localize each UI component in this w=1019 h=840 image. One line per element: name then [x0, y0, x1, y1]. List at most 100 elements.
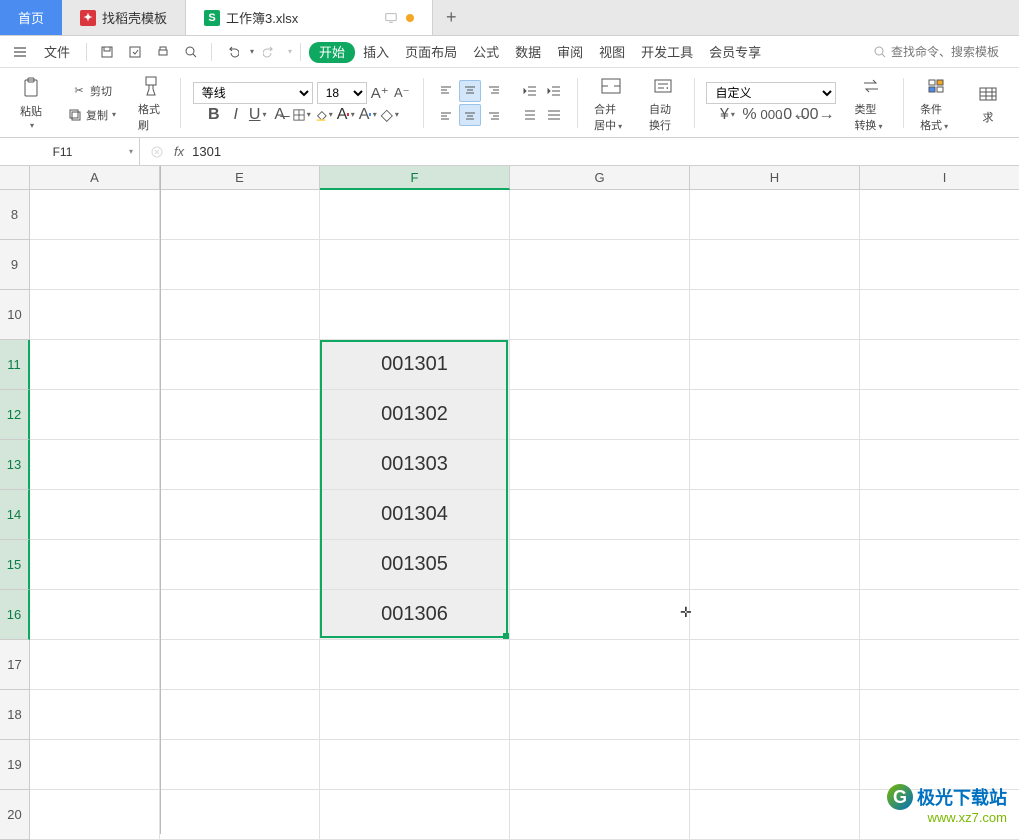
cell-E13[interactable]: [160, 440, 320, 490]
currency-button[interactable]: ¥▾: [718, 106, 736, 124]
cell-A10[interactable]: [30, 290, 160, 340]
cell-I8[interactable]: [860, 190, 1019, 240]
formula-input[interactable]: [192, 144, 1011, 159]
cell-A15[interactable]: [30, 540, 160, 590]
cell-E19[interactable]: [160, 740, 320, 790]
cell-F15[interactable]: 001305: [320, 540, 510, 590]
cell-G10[interactable]: [510, 290, 690, 340]
orientation-button[interactable]: [519, 104, 541, 126]
align-top-right[interactable]: [483, 80, 505, 102]
cell-H11[interactable]: [690, 340, 860, 390]
cell-H18[interactable]: [690, 690, 860, 740]
cancel-icon[interactable]: [148, 143, 166, 161]
menu-tab-1[interactable]: 插入: [355, 41, 397, 64]
cell-H17[interactable]: [690, 640, 860, 690]
cell-E12[interactable]: [160, 390, 320, 440]
row-header-19[interactable]: 19: [0, 740, 30, 790]
decrease-font-icon[interactable]: A⁻: [393, 84, 411, 102]
cell-E8[interactable]: [160, 190, 320, 240]
cell-F18[interactable]: [320, 690, 510, 740]
col-header-H[interactable]: H: [690, 166, 860, 190]
fill-color-button[interactable]: ▾: [315, 106, 333, 124]
cell-G18[interactable]: [510, 690, 690, 740]
align-bottom-center[interactable]: [459, 104, 481, 126]
font-color-button[interactable]: A▾: [337, 106, 355, 124]
underline-button[interactable]: U▾: [249, 106, 267, 124]
cell-G12[interactable]: [510, 390, 690, 440]
row-header-16[interactable]: 16: [0, 590, 30, 640]
cell-F9[interactable]: [320, 240, 510, 290]
cond-format-button[interactable]: 条件格式▾: [916, 71, 957, 135]
name-box-dropdown-icon[interactable]: ▾: [129, 147, 133, 156]
cell-I19[interactable]: [860, 740, 1019, 790]
row-header-20[interactable]: 20: [0, 790, 30, 840]
undo-icon[interactable]: [220, 40, 244, 64]
cell-G19[interactable]: [510, 740, 690, 790]
row-header-9[interactable]: 9: [0, 240, 30, 290]
align-bottom-right[interactable]: [483, 104, 505, 126]
increase-font-icon[interactable]: A⁺: [371, 84, 389, 102]
cell-H20[interactable]: [690, 790, 860, 840]
cell-G15[interactable]: [510, 540, 690, 590]
cell-E10[interactable]: [160, 290, 320, 340]
tab-home[interactable]: 首页: [0, 0, 62, 35]
cell-G16[interactable]: [510, 590, 690, 640]
row-header-11[interactable]: 11: [0, 340, 30, 390]
undo-dropdown[interactable]: ▾: [250, 47, 254, 56]
cell-H14[interactable]: [690, 490, 860, 540]
cell-A13[interactable]: [30, 440, 160, 490]
fx-icon[interactable]: fx: [174, 144, 184, 159]
cell-G14[interactable]: [510, 490, 690, 540]
cell-A11[interactable]: [30, 340, 160, 390]
cell-I9[interactable]: [860, 240, 1019, 290]
cell-A20[interactable]: [30, 790, 160, 840]
cell-H15[interactable]: [690, 540, 860, 590]
menu-tab-8[interactable]: 会员专享: [701, 41, 769, 64]
cell-F8[interactable]: [320, 190, 510, 240]
cell-F16[interactable]: 001306: [320, 590, 510, 640]
wrap-button[interactable]: 自动换行: [645, 71, 682, 135]
cell-I12[interactable]: [860, 390, 1019, 440]
print-icon[interactable]: [151, 40, 175, 64]
row-header-8[interactable]: 8: [0, 190, 30, 240]
menu-tab-4[interactable]: 数据: [507, 41, 549, 64]
cell-I15[interactable]: [860, 540, 1019, 590]
paste-button[interactable]: 粘贴▾: [14, 73, 48, 132]
justify-button[interactable]: [543, 104, 565, 126]
copy-button[interactable]: 复制▾: [62, 104, 120, 126]
save-as-icon[interactable]: [123, 40, 147, 64]
cell-G20[interactable]: [510, 790, 690, 840]
percent-button[interactable]: %: [740, 106, 758, 124]
cell-E9[interactable]: [160, 240, 320, 290]
type-convert-button[interactable]: 类型转换▾: [850, 71, 891, 135]
cell-H12[interactable]: [690, 390, 860, 440]
cell-A16[interactable]: [30, 590, 160, 640]
cell-H16[interactable]: [690, 590, 860, 640]
redo-icon[interactable]: [258, 40, 282, 64]
cell-F12[interactable]: 001302: [320, 390, 510, 440]
col-header-G[interactable]: G: [510, 166, 690, 190]
menu-tab-6[interactable]: 视图: [591, 41, 633, 64]
cell-A14[interactable]: [30, 490, 160, 540]
cell-I16[interactable]: [860, 590, 1019, 640]
menu-search[interactable]: [873, 45, 1011, 59]
cell-A12[interactable]: [30, 390, 160, 440]
align-top-center[interactable]: [459, 80, 481, 102]
cell-A9[interactable]: [30, 240, 160, 290]
select-all-corner[interactable]: [0, 166, 30, 190]
search-input[interactable]: [891, 45, 1011, 59]
name-box[interactable]: F11 ▾: [0, 138, 140, 165]
cell-E16[interactable]: [160, 590, 320, 640]
cell-F10[interactable]: [320, 290, 510, 340]
row-header-17[interactable]: 17: [0, 640, 30, 690]
cell-E20[interactable]: [160, 790, 320, 840]
cell-G11[interactable]: [510, 340, 690, 390]
increase-decimal-button[interactable]: .00→: [806, 106, 824, 124]
cell-G9[interactable]: [510, 240, 690, 290]
highlight-button[interactable]: A▾: [359, 106, 377, 124]
cell-H9[interactable]: [690, 240, 860, 290]
cell-I10[interactable]: [860, 290, 1019, 340]
row-header-12[interactable]: 12: [0, 390, 30, 440]
number-format-select[interactable]: 自定义: [706, 82, 836, 104]
menu-tab-7[interactable]: 开发工具: [633, 41, 701, 64]
